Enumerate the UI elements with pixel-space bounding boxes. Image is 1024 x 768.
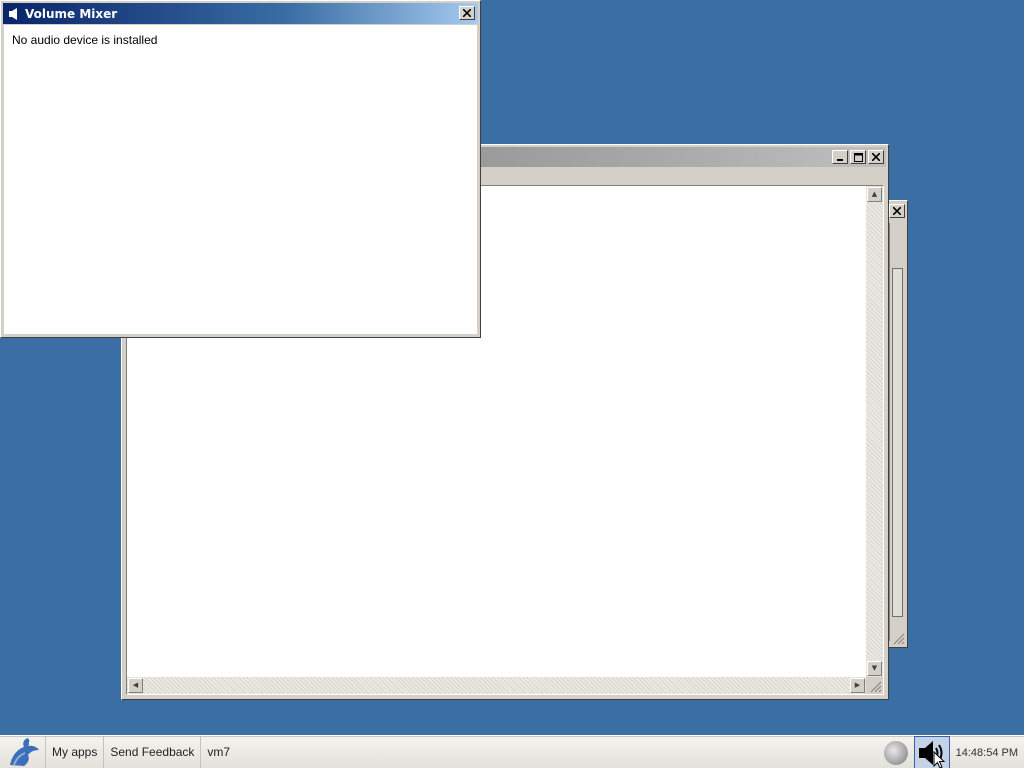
- maximize-icon: [853, 152, 863, 162]
- minimize-icon: [837, 159, 843, 161]
- scroll-up-button[interactable]: ▲: [867, 187, 882, 202]
- taskbar-item-vm7[interactable]: vm7: [201, 736, 236, 768]
- vertical-scrollbar[interactable]: [889, 223, 905, 641]
- close-button[interactable]: [889, 204, 905, 218]
- scroll-right-button[interactable]: ▶: [850, 678, 865, 693]
- window-titlebar[interactable]: Volume Mixer: [3, 3, 478, 24]
- close-icon: [463, 9, 471, 17]
- bird-logo-icon: [9, 738, 39, 766]
- speaker-icon: [9, 7, 17, 20]
- volume-mixer-window[interactable]: Volume Mixer No audio device is installe…: [0, 0, 481, 338]
- network-globe-icon[interactable]: [883, 740, 908, 765]
- close-button[interactable]: [459, 6, 475, 20]
- scroll-left-button[interactable]: ◀: [128, 678, 143, 693]
- resize-grip-icon[interactable]: [891, 631, 905, 645]
- mouse-cursor-icon: [933, 751, 945, 768]
- status-message: No audio device is installed: [12, 33, 158, 47]
- start-button[interactable]: [0, 735, 46, 768]
- close-icon: [872, 153, 880, 161]
- clock[interactable]: 14:48:54 PM: [950, 747, 1024, 759]
- mixer-content: No audio device is installed: [4, 25, 477, 334]
- vertical-scrollbar[interactable]: ▲ ▼: [866, 186, 883, 677]
- taskbar: My apps Send Feedback vm7 14:48:54 PM: [0, 735, 1024, 768]
- close-button[interactable]: [868, 150, 884, 164]
- minimize-button[interactable]: [832, 150, 848, 164]
- scrollbar-thumb[interactable]: [892, 268, 903, 617]
- horizontal-scrollbar[interactable]: ◀ ▶: [127, 677, 866, 694]
- system-tray: 14:48:54 PM: [883, 736, 1024, 768]
- volume-tray-button[interactable]: [913, 736, 950, 768]
- resize-grip-icon: [870, 681, 882, 693]
- taskbar-item-send-feedback[interactable]: Send Feedback: [104, 735, 202, 768]
- scroll-down-button[interactable]: ▼: [867, 661, 882, 676]
- maximize-button[interactable]: [850, 150, 866, 164]
- taskbar-item-my-apps[interactable]: My apps: [46, 735, 105, 768]
- close-icon: [893, 207, 901, 215]
- resize-grip[interactable]: [866, 677, 883, 694]
- window-title: Volume Mixer: [25, 6, 118, 21]
